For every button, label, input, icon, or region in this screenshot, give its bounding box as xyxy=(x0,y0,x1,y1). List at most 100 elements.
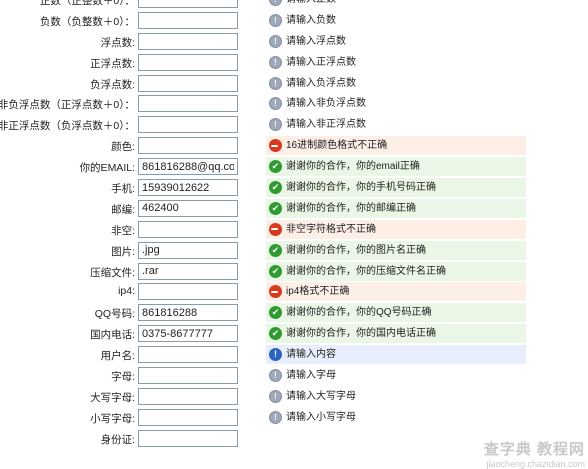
validation-message-text: 请输入非正浮点数 xyxy=(286,119,366,131)
field-input[interactable] xyxy=(138,241,238,259)
validation-form: 正数（正整数＋0）：! 请输入正数负数（负整数＋0）：! 请输入负数浮点数:! 请输入… xyxy=(0,0,588,450)
field-label: 浮点数: xyxy=(100,36,135,49)
form-row: 正数（正整数＋0）： ! 请输入正数 xyxy=(0,0,588,11)
info-circle-gray-icon: ! xyxy=(269,389,282,403)
field-input[interactable] xyxy=(138,220,238,238)
validation-message-text: 谢谢你的合作，你的国内电话正确 xyxy=(286,328,436,340)
field-input[interactable] xyxy=(138,346,238,364)
form-row: 正浮点数:! 请输入正浮点数 xyxy=(0,53,588,74)
check-circle-green-icon: ✔ xyxy=(269,243,282,257)
validation-message: ! 请输入非负浮点数 xyxy=(266,94,526,113)
field-input[interactable] xyxy=(138,95,238,113)
validation-message-text: 请输入大写字母 xyxy=(286,390,356,402)
minus-circle-red-icon xyxy=(269,139,282,153)
watermark-url: jiaocheng.chazidian.com xyxy=(486,459,585,469)
validation-message-text: 谢谢你的合作，你的手机号码正确 xyxy=(286,182,436,194)
validation-message: ! 请输入非正浮点数 xyxy=(266,115,526,134)
validation-message: ! 请输入负浮点数 xyxy=(266,74,526,93)
check-circle-green-icon: ✔ xyxy=(269,327,282,341)
field-label: 负浮点数: xyxy=(90,78,135,91)
field-label: 字母: xyxy=(111,371,135,384)
field-input[interactable] xyxy=(138,32,238,50)
validation-message: ip4格式不正确 xyxy=(266,282,526,302)
check-circle-green-icon: ✔ xyxy=(269,181,282,195)
field-label: 大写字母: xyxy=(90,391,135,404)
field-input[interactable] xyxy=(138,11,238,29)
field-input[interactable] xyxy=(138,283,238,301)
check-circle-green-icon: ✔ xyxy=(269,306,282,320)
form-row: 大写字母:! 请输入大写字母 xyxy=(0,387,588,408)
field-input[interactable] xyxy=(138,325,238,343)
field-input[interactable] xyxy=(138,304,238,322)
field-label: 图片: xyxy=(111,245,135,258)
form-row: 非负浮点数（正浮点数＋0）： ! 请输入非负浮点数 xyxy=(0,94,588,115)
validation-message-text: 非空字符格式不正确 xyxy=(286,223,376,235)
field-label: 非正浮点数（负浮点数＋0）： xyxy=(0,120,135,133)
validation-message: 非空字符格式不正确 xyxy=(266,219,526,239)
validation-message-text: 请输入正数 xyxy=(286,0,336,5)
minus-circle-red-icon xyxy=(269,285,282,299)
info-circle-gray-icon: ! xyxy=(269,369,282,383)
form-row: 手机: ✔ 谢谢你的合作，你的手机号码正确 xyxy=(0,178,588,199)
form-row: 你的EMAIL: ✔ 谢谢你的合作，你的email正确 xyxy=(0,157,588,178)
validation-message: ! 请输入负数 xyxy=(266,11,526,30)
validation-message: ! 请输入字母 xyxy=(266,366,526,385)
validation-message-text: 谢谢你的合作，你的压缩文件名正确 xyxy=(286,265,446,277)
validation-message: ! 请输入内容 xyxy=(266,345,526,365)
validation-message-text: 请输入内容 xyxy=(286,349,336,361)
watermark-title: 查字典 教程网 xyxy=(483,441,585,458)
field-label: QQ号码: xyxy=(94,308,135,321)
field-input[interactable] xyxy=(138,116,238,134)
form-row: 浮点数:! 请输入浮点数 xyxy=(0,32,588,53)
field-input[interactable] xyxy=(138,199,238,217)
field-input[interactable] xyxy=(138,367,238,385)
info-circle-gray-icon: ! xyxy=(269,13,282,27)
form-row: ip4: ip4格式不正确 xyxy=(0,282,588,303)
field-label: 正浮点数: xyxy=(90,57,135,70)
field-input[interactable] xyxy=(138,74,238,92)
validation-message-text: 谢谢你的合作，你的email正确 xyxy=(286,161,420,173)
field-label: 负数（负整数＋0）： xyxy=(39,15,135,28)
validation-message: ! 请输入正浮点数 xyxy=(266,53,526,72)
validation-message: ✔ 谢谢你的合作，你的邮编正确 xyxy=(266,198,526,218)
info-circle-gray-icon: ! xyxy=(269,410,282,424)
field-label: 小写字母: xyxy=(90,412,135,425)
check-circle-green-icon: ✔ xyxy=(269,160,282,174)
validation-message: ✔ 谢谢你的合作，你的QQ号码正确 xyxy=(266,303,526,323)
field-input[interactable] xyxy=(138,158,238,176)
validation-message: ✔ 谢谢你的合作，你的email正确 xyxy=(266,157,526,177)
validation-message: ✔ 谢谢你的合作，你的国内电话正确 xyxy=(266,324,526,344)
info-circle-blue-icon: ! xyxy=(269,348,282,362)
form-row: 非空: 非空字符格式不正确 xyxy=(0,219,588,241)
field-input[interactable] xyxy=(138,179,238,197)
validation-message-text: 请输入负数 xyxy=(286,14,336,26)
field-label: 你的EMAIL: xyxy=(79,162,135,175)
field-label: 非负浮点数（正浮点数＋0）： xyxy=(0,99,135,112)
validation-message-text: 请输入小写字母 xyxy=(286,411,356,423)
watermark: 查字典 教程网 jiaocheng.chazidian.com xyxy=(455,438,585,469)
info-circle-gray-icon: ! xyxy=(269,55,282,69)
form-row: 颜色: 16进制颜色格式不正确 xyxy=(0,136,588,157)
minus-circle-red-icon xyxy=(269,222,282,236)
field-input[interactable] xyxy=(138,408,238,426)
field-input[interactable] xyxy=(138,387,238,405)
field-label: ip4: xyxy=(118,285,135,298)
field-input[interactable] xyxy=(138,137,238,155)
validation-message: ✔ 谢谢你的合作，你的压缩文件名正确 xyxy=(266,261,526,281)
field-label: 国内电话: xyxy=(90,329,135,342)
field-label: 非空: xyxy=(111,224,135,237)
field-input[interactable] xyxy=(138,262,238,280)
field-label: 正数（正整数＋0）： xyxy=(39,0,135,7)
field-input[interactable] xyxy=(138,429,238,447)
validation-message: ! 请输入正数 xyxy=(266,0,526,9)
info-circle-gray-icon: ! xyxy=(269,97,282,111)
form-row: 国内电话: ✔ 谢谢你的合作，你的国内电话正确 xyxy=(0,324,588,345)
field-input[interactable] xyxy=(138,0,238,8)
validation-message-text: 请输入正浮点数 xyxy=(286,56,356,68)
validation-message-text: 16进制颜色格式不正确 xyxy=(286,140,388,152)
field-input[interactable] xyxy=(138,53,238,71)
info-circle-gray-icon: ! xyxy=(269,76,282,90)
check-circle-green-icon: ✔ xyxy=(269,264,282,278)
field-label: 压缩文件: xyxy=(90,266,135,279)
field-label: 颜色: xyxy=(111,141,135,154)
